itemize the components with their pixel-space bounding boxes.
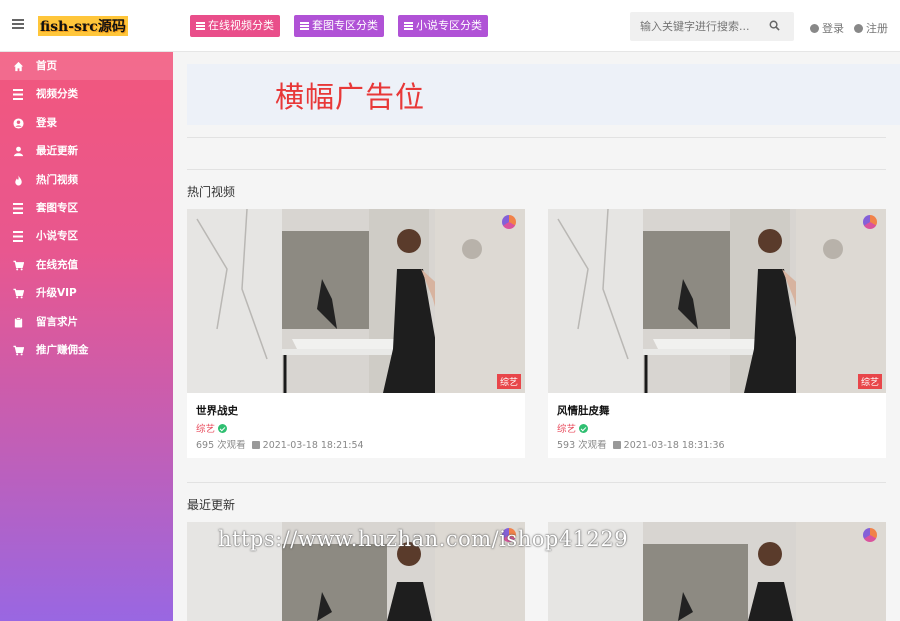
search-icon[interactable]: [769, 20, 780, 31]
video-thumbnail[interactable]: 综艺: [187, 209, 525, 393]
view-count: 593 次观看: [557, 440, 607, 451]
publish-date: 2021-03-18 18:31:36: [623, 440, 725, 451]
user-icon: [810, 24, 819, 33]
home-icon: [13, 61, 24, 72]
brand-logo-icon: [863, 215, 877, 229]
video-card[interactable]: 综艺 世界战史 综艺 695 次观看 2021-03-18 18:21:54: [187, 209, 525, 458]
search-input[interactable]: [630, 12, 764, 41]
list-icon: [404, 22, 413, 30]
video-title[interactable]: 风情肚皮舞: [557, 403, 610, 418]
thumbnail-watermark: [863, 215, 880, 229]
sidebar-item-home[interactable]: 首页: [0, 52, 173, 81]
publish-date: 2021-03-18 18:21:54: [262, 440, 364, 451]
sidebar-item-login[interactable]: 登录: [0, 109, 173, 137]
register-link[interactable]: 注册: [854, 20, 888, 36]
sidebar-item-recent[interactable]: 最近更新: [0, 137, 173, 165]
video-card[interactable]: 综艺 风情肚皮舞 综艺 593 次观看 2021-03-18 18:31:36: [548, 209, 886, 458]
calendar-icon: [251, 441, 260, 449]
thumbnail-image: [548, 209, 886, 393]
sidebar-nav: 首页 视频分类 登录 最近更新 热门视频 套图专区 小说专区 在线充值 升级VI…: [0, 52, 173, 621]
sidebar-item-label: 推广赚佣金: [36, 343, 89, 356]
sidebar-item-label: 在线充值: [36, 258, 78, 271]
sidebar-item-label: 登录: [36, 116, 57, 129]
video-meta: 593 次观看 2021-03-18 18:31:36: [557, 437, 725, 451]
category-button-video[interactable]: 在线视频分类: [190, 15, 280, 37]
divider: [187, 482, 886, 483]
video-category: 综艺: [196, 421, 228, 435]
search-box: [630, 12, 794, 41]
brand-logo-icon: [863, 528, 877, 542]
sidebar-item-label: 首页: [36, 60, 57, 72]
cart-icon: [13, 260, 24, 271]
sidebar-item-recharge[interactable]: 在线充值: [0, 251, 173, 279]
banner-ad[interactable]: 横幅广告位: [187, 64, 900, 125]
divider: [187, 137, 886, 138]
verified-icon: [579, 424, 589, 433]
sidebar-item-label: 热门视频: [36, 173, 78, 186]
list-icon: [300, 22, 309, 30]
category-label: 综艺: [196, 424, 216, 435]
category-button-label: 在线视频分类: [208, 19, 274, 32]
sidebar-item-novel[interactable]: 小说专区: [0, 222, 173, 250]
category-button-gallery[interactable]: 套图专区分类: [294, 15, 384, 37]
sidebar-item-label: 套图专区: [36, 201, 78, 214]
video-title[interactable]: 世界战史: [196, 403, 238, 418]
login-link[interactable]: 登录: [810, 20, 844, 36]
verified-icon: [218, 424, 228, 433]
brand-logo-icon: [502, 215, 516, 229]
list-icon: [196, 22, 205, 30]
video-thumbnail[interactable]: 综艺: [548, 209, 886, 393]
calendar-icon: [612, 441, 621, 449]
cart-icon: [13, 288, 24, 299]
list-icon: [13, 231, 23, 243]
sidebar-item-hot[interactable]: 热门视频: [0, 166, 173, 194]
sidebar-item-gallery[interactable]: 套图专区: [0, 194, 173, 222]
category-button-label: 套图专区分类: [312, 19, 378, 32]
sidebar-item-video-category[interactable]: 视频分类: [0, 80, 173, 108]
cart-icon: [13, 345, 24, 356]
banner-text: 横幅广告位: [275, 80, 426, 114]
register-label: 注册: [866, 22, 888, 35]
top-header: fish-src源码 在线视频分类 套图专区分类 小说专区分类 登录 注册: [0, 0, 900, 52]
sidebar-item-promote[interactable]: 推广赚佣金: [0, 336, 173, 364]
sidebar-item-vip[interactable]: 升级VIP: [0, 279, 173, 307]
sidebar-item-request[interactable]: 留言求片: [0, 308, 173, 336]
video-meta: 695 次观看 2021-03-18 18:21:54: [196, 437, 364, 451]
sidebar-item-label: 最近更新: [36, 145, 78, 158]
site-logo[interactable]: fish-src源码: [38, 16, 128, 36]
video-category: 综艺: [557, 421, 589, 435]
list-icon: [13, 89, 23, 101]
view-count: 695 次观看: [196, 440, 246, 451]
sidebar-item-label: 升级VIP: [36, 287, 77, 300]
category-button-label: 小说专区分类: [416, 19, 482, 32]
category-tag: 综艺: [496, 374, 521, 389]
login-label: 登录: [822, 22, 844, 35]
sidebar-item-label: 留言求片: [36, 315, 78, 328]
category-button-novel[interactable]: 小说专区分类: [398, 15, 488, 37]
user-icon: [13, 146, 24, 157]
category-label: 综艺: [557, 424, 577, 435]
thumbnail-watermark: [863, 528, 880, 542]
thumbnail-image: [187, 209, 525, 393]
sidebar-item-label: 视频分类: [36, 88, 78, 101]
register-icon: [854, 24, 863, 33]
thumbnail-watermark: [502, 215, 519, 229]
overlay-watermark: https://www.huzhan.com/ishop41229: [218, 527, 629, 551]
section-title-recent: 最近更新: [187, 498, 236, 512]
sidebar-item-label: 小说专区: [36, 230, 78, 243]
clipboard-icon: [14, 316, 23, 328]
category-tag: 综艺: [857, 374, 882, 389]
menu-toggle-icon[interactable]: [12, 19, 24, 29]
section-title-hot: 热门视频: [187, 185, 236, 199]
divider: [187, 169, 886, 170]
fire-icon: [15, 175, 22, 186]
list-icon: [13, 202, 23, 214]
user-circle-icon: [13, 118, 24, 129]
